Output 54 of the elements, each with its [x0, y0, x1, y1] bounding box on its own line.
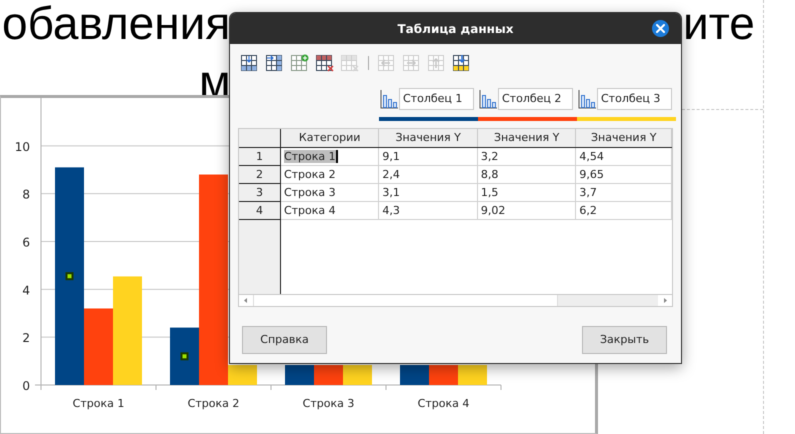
axis-tick-label: 2	[22, 331, 30, 346]
table-cross-icon[interactable]	[315, 54, 335, 72]
table-cell[interactable]: Строка 4	[284, 204, 336, 216]
slide-title: обавления	[2, 0, 230, 46]
category-label: Строка 2	[188, 397, 240, 410]
bar-chart-icon	[478, 88, 498, 110]
table-cell[interactable]: 4,54	[579, 150, 604, 162]
axis-tick-label: 4	[22, 283, 30, 298]
table-cell[interactable]: Строка 3	[284, 186, 336, 198]
column-header: Категории	[280, 129, 379, 147]
table-plus-icon[interactable]	[290, 54, 310, 72]
close-icon[interactable]	[656, 24, 665, 33]
row-header[interactable]: 4	[239, 201, 280, 219]
dialog-title: Таблица данных	[398, 20, 514, 38]
bar-chart-icon	[577, 88, 597, 110]
table-cell[interactable]: 9,65	[579, 168, 604, 180]
row-header[interactable]: 2	[239, 165, 280, 183]
bar-chart-icon	[379, 88, 399, 110]
table-arrow-icon[interactable]	[452, 54, 472, 72]
category-label: Строка 3	[302, 397, 354, 410]
slide-title: ите	[683, 0, 755, 46]
table-cell[interactable]: 4,3	[382, 204, 400, 216]
table-cell[interactable]: 8,8	[480, 168, 498, 180]
table-arrow-icon[interactable]	[265, 54, 285, 72]
table-cell[interactable]: Строка 1	[284, 150, 338, 162]
selection-handle[interactable]	[66, 272, 74, 280]
close-dialog-button[interactable]: Закрыть	[582, 326, 667, 354]
column-header: Значения Y	[477, 129, 576, 147]
help-button[interactable]: Справка	[242, 326, 327, 354]
close-button[interactable]	[652, 20, 669, 37]
category-label: Строка 4	[418, 397, 470, 410]
table-cell[interactable]: Строка 2	[284, 168, 336, 180]
table-cell[interactable]: 9,02	[480, 204, 506, 216]
table-cell[interactable]: 6,2	[579, 204, 597, 216]
axis-tick-label: 6	[22, 236, 30, 250]
table-cell[interactable]: 2,4	[382, 168, 400, 180]
horizontal-scrollbar[interactable]	[239, 294, 672, 306]
axis-tick-label: 8	[22, 188, 30, 202]
series-name-field[interactable]: Столбец 1	[399, 88, 474, 110]
row-header[interactable]: 1	[239, 147, 280, 165]
table-cell[interactable]: 3,1	[382, 186, 400, 198]
table-cell[interactable]: 9,1	[382, 150, 400, 162]
table-cell[interactable]: 3,7	[579, 186, 597, 198]
table-arrow-icon[interactable]	[240, 54, 260, 72]
axis-tick-label: 0	[22, 379, 30, 393]
table-cell[interactable]: 3,2	[480, 150, 498, 162]
series-name-field[interactable]: Столбец 2	[498, 88, 573, 110]
category-label: Строка 1	[72, 397, 124, 410]
column-header: Значения Y	[378, 129, 478, 147]
series-name-field[interactable]: Столбец 3	[597, 88, 672, 110]
axis-tick-label: 10	[14, 140, 30, 154]
column-header: Значения Y	[576, 129, 672, 147]
table-cell[interactable]: 1,5	[480, 186, 498, 198]
row-header[interactable]: 3	[239, 183, 280, 201]
